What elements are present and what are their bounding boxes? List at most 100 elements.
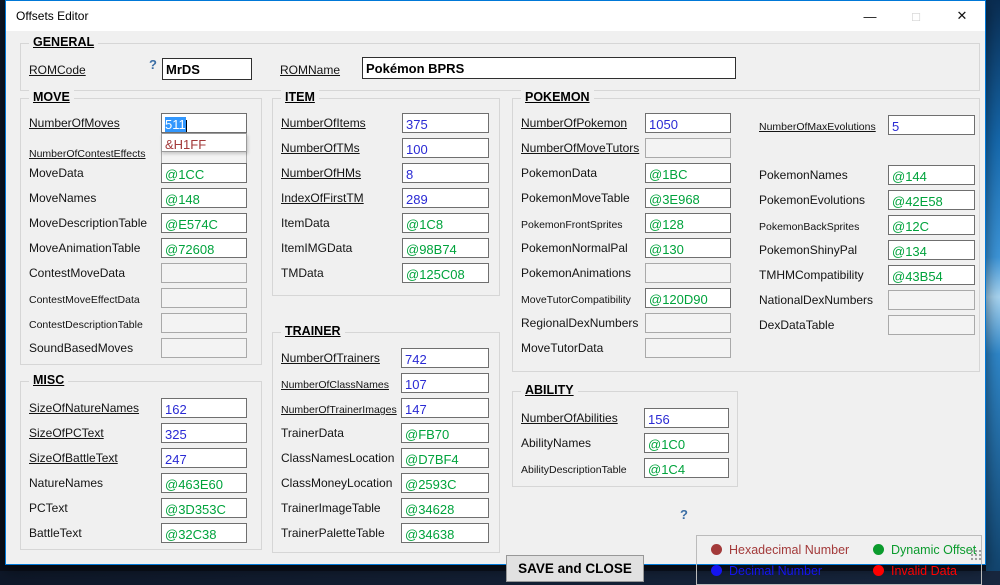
abilitydescriptiontable-input[interactable]: @1C4 [644,458,729,478]
numberofpokemon-input[interactable]: 1050 [645,113,731,133]
contestmovedata-input[interactable] [161,263,247,283]
autocomplete-suggestion[interactable]: &H1FF [165,137,206,152]
trainerimagetable-input[interactable]: @34628 [401,498,489,518]
naturenames-input[interactable]: @463E60 [161,473,247,493]
contestmoveeffectdata-input[interactable] [161,288,247,308]
pctext-input[interactable]: @3D353C [161,498,247,518]
soundbasedmoves-input[interactable] [161,338,247,358]
pokemondata-input[interactable]: @1BC [645,163,731,183]
pokemonnormalpal-value: @130 [649,242,684,257]
classmoneylocation-input[interactable]: @2593C [401,473,489,493]
nationaldexnumbers-input[interactable] [888,290,975,310]
numberoftrainers-input[interactable]: 742 [401,348,489,368]
romcode-input[interactable]: MrDS [162,58,252,80]
pokemonbacksprites-value: @12C [892,219,929,234]
numberofhms-input[interactable]: 8 [402,163,489,183]
numberofabilities-value: 156 [648,412,670,427]
autocomplete-dropdown[interactable]: &H1FF [161,133,247,152]
pokemonbacksprites-input[interactable]: @12C [888,215,975,235]
regionaldexnumbers-input[interactable] [645,313,731,333]
tmdata-input[interactable]: @125C08 [402,263,489,283]
romname-input[interactable]: Pokémon BPRS [362,57,736,79]
minimize-icon[interactable]: — [847,1,893,31]
dialog-body: GENERAL ROMCode ? MrDS ROMName Pokémon B… [6,31,985,564]
legend-bullet-icon [873,544,884,555]
sizeofbattletext-value: 247 [165,452,187,467]
movedescriptiontable-label: MoveDescriptionTable [29,216,147,230]
pokemonnames-input[interactable]: @144 [888,165,975,185]
classnameslocation-input[interactable]: @D7BF4 [401,448,489,468]
indexoffirsttm-input[interactable]: 289 [402,188,489,208]
resize-grip[interactable] [971,550,982,561]
moveanimationtable-value: @72608 [165,242,214,257]
pokemonevolutions-label: PokemonEvolutions [759,193,865,207]
battletext-input[interactable]: @32C38 [161,523,247,543]
movenames-input[interactable]: @148 [161,188,247,208]
pokemonfrontsprites-input[interactable]: @128 [645,213,731,233]
numberofabilities-label: NumberOfAbilities [521,411,618,425]
trainerpalettetable-label: TrainerPaletteTable [281,526,385,540]
save-and-close-button[interactable]: SAVE and CLOSE [506,555,644,582]
trainerpalettetable-input[interactable]: @34638 [401,523,489,543]
contestdescriptiontable-input[interactable] [161,313,247,333]
movedata-label: MoveData [29,166,84,180]
romname-value: Pokémon BPRS [366,61,464,76]
tmhmcompatibility-input[interactable]: @43B54 [888,265,975,285]
pokemonnormalpal-label: PokemonNormalPal [521,241,628,255]
group-title-item: ITEM [281,90,319,104]
legend-label: Hexadecimal Number [729,543,849,557]
numberofclassnames-input[interactable]: 107 [401,373,489,393]
movetutorcompatibility-value: @120D90 [649,292,708,307]
movedescriptiontable-input[interactable]: @E574C [161,213,247,233]
numberofmaxevolutions-value: 5 [892,119,899,134]
numberofitems-input[interactable]: 375 [402,113,489,133]
pokemonevolutions-input[interactable]: @42E58 [888,190,975,210]
abilitynames-input[interactable]: @1C0 [644,433,729,453]
titlebar[interactable]: Offsets Editor — □ ✕ [6,1,985,31]
contestdescriptiontable-label: ContestDescriptionTable [29,318,143,332]
numberofmoves-label: NumberOfMoves [29,116,120,130]
movetutordata-label: MoveTutorData [521,341,603,355]
dexdatatable-input[interactable] [888,315,975,335]
legend-item: Hexadecimal Number [711,539,873,560]
pokemonshinypal-input[interactable]: @134 [888,240,975,260]
close-icon[interactable]: ✕ [939,1,985,31]
sizeofnaturenames-label: SizeOfNatureNames [29,401,139,415]
pokemondata-label: PokemonData [521,166,597,180]
help-icon[interactable]: ? [149,57,157,72]
numberofmaxevolutions-input[interactable]: 5 [888,115,975,135]
moveanimationtable-input[interactable]: @72608 [161,238,247,258]
sizeofpctext-input[interactable]: 325 [161,423,247,443]
numberoftms-label: NumberOfTMs [281,141,360,155]
numberoftms-input[interactable]: 100 [402,138,489,158]
regionaldexnumbers-label: RegionalDexNumbers [521,316,638,330]
pokemonanimations-input[interactable] [645,263,731,283]
help-icon-legend[interactable]: ? [680,507,688,522]
moveanimationtable-label: MoveAnimationTable [29,241,140,255]
numberoftrainerimages-input[interactable]: 147 [401,398,489,418]
numberofhms-value: 8 [406,167,413,182]
desktop-wallpaper [986,0,1000,571]
numberoftrainerimages-label: NumberOfTrainerImages [281,403,397,417]
numberofhms-label: NumberOfHMs [281,166,361,180]
numberofmovetutors-input[interactable] [645,138,731,158]
naturenames-label: NatureNames [29,476,103,490]
sizeofbattletext-input[interactable]: 247 [161,448,247,468]
movetutordata-input[interactable] [645,338,731,358]
pokemonmovetable-value: @3E968 [649,192,700,207]
group-title-ability: ABILITY [521,383,578,397]
trainerdata-input[interactable]: @FB70 [401,423,489,443]
dexdatatable-label: DexDataTable [759,318,834,332]
movetutorcompatibility-input[interactable]: @120D90 [645,288,731,308]
numberofmoves-input[interactable]: 511 [161,113,247,133]
itemdata-input[interactable]: @1C8 [402,213,489,233]
legend-box: Hexadecimal NumberDynamic OffsetDecimal … [696,535,982,585]
movedata-input[interactable]: @1CC [161,163,247,183]
pokemonmovetable-input[interactable]: @3E968 [645,188,731,208]
trainerdata-label: TrainerData [281,426,344,440]
itemimgdata-input[interactable]: @98B74 [402,238,489,258]
sizeofnaturenames-input[interactable]: 162 [161,398,247,418]
pokemonnormalpal-input[interactable]: @130 [645,238,731,258]
numberofabilities-input[interactable]: 156 [644,408,729,428]
battletext-value: @32C38 [165,527,217,542]
